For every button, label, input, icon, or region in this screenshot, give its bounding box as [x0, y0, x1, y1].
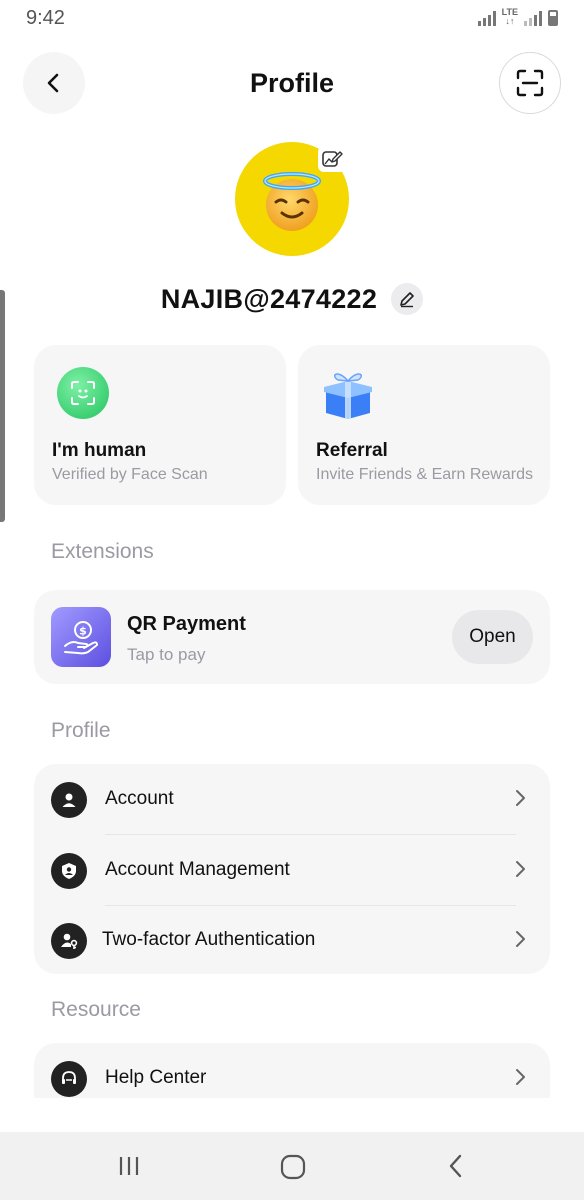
home-icon[interactable] [280, 1154, 306, 1180]
chevron-right-icon [516, 931, 525, 947]
help-center-label: Help Center [105, 1067, 207, 1088]
account-shield-icon [51, 853, 87, 889]
resource-list-clip: Help Center [34, 1043, 550, 1098]
signal-icon-2 [524, 10, 542, 26]
status-time: 9:42 [26, 7, 65, 29]
open-qr-payment-button[interactable]: Open [452, 610, 533, 664]
account-management-label: Account Management [105, 859, 290, 880]
two-factor-authentication-label: Two-factor Authentication [102, 929, 316, 950]
svg-text:$: $ [79, 625, 87, 638]
referral-subtitle: Invite Friends & Earn Rewards [316, 466, 533, 483]
edit-username-button[interactable] [391, 283, 424, 315]
chevron-right-icon [516, 790, 525, 806]
change-avatar-button[interactable] [318, 146, 346, 172]
system-navigation-bar [0, 1132, 584, 1200]
page-title: Profile [249, 68, 335, 98]
recent-apps-icon[interactable] [117, 1154, 141, 1178]
extensions-section-label: Extensions [51, 540, 154, 563]
status-icons: LTE ↓↑ [477, 7, 558, 26]
qr-payment-subtitle: Tap to pay [127, 645, 206, 664]
username: NAJIB@2474222 [160, 283, 378, 314]
im-human-card[interactable]: I'm human Verified by Face Scan [34, 345, 286, 505]
profile-list: Account Account Management Two-factor Au… [34, 764, 550, 974]
referral-card[interactable]: Referral Invite Friends & Earn Rewards [298, 345, 550, 505]
edge-panel-handle[interactable] [0, 290, 5, 522]
im-human-title: I'm human [52, 440, 147, 461]
qr-payment-card[interactable]: $ QR Payment Tap to pay Open [34, 590, 550, 684]
account-row[interactable]: Account [34, 764, 550, 834]
account-label: Account [105, 788, 174, 809]
gift-box-icon [324, 373, 372, 419]
pencil-icon [400, 292, 414, 308]
face-scan-icon [57, 367, 109, 419]
resource-list: Help Center [34, 1043, 550, 1098]
referral-title: Referral [316, 440, 388, 461]
im-human-subtitle: Verified by Face Scan [52, 466, 208, 483]
edit-image-icon [322, 151, 343, 167]
lte-indicator: LTE ↓↑ [501, 7, 518, 26]
profile-section-label: Profile [51, 719, 111, 742]
resource-section-label: Resource [51, 998, 141, 1021]
header: Profile [0, 52, 584, 114]
user-icon [51, 782, 87, 818]
chevron-right-icon [516, 1069, 525, 1085]
qr-payment-icon: $ [51, 607, 111, 667]
signal-icon [477, 10, 496, 26]
help-center-row[interactable]: Help Center [34, 1043, 550, 1098]
scan-icon [516, 69, 544, 97]
qr-payment-title: QR Payment [127, 613, 246, 635]
chevron-right-icon [516, 861, 525, 877]
headset-icon [51, 1061, 87, 1097]
back-nav-icon[interactable] [446, 1154, 466, 1178]
two-factor-authentication-row[interactable]: Two-factor Authentication [34, 905, 550, 975]
scan-button[interactable] [499, 52, 561, 114]
account-management-row[interactable]: Account Management [34, 835, 550, 905]
battery-icon [548, 10, 558, 26]
status-bar: 9:42 LTE ↓↑ [0, 0, 584, 36]
user-key-icon [51, 923, 87, 959]
username-row: NAJIB@2474222 [0, 280, 584, 318]
